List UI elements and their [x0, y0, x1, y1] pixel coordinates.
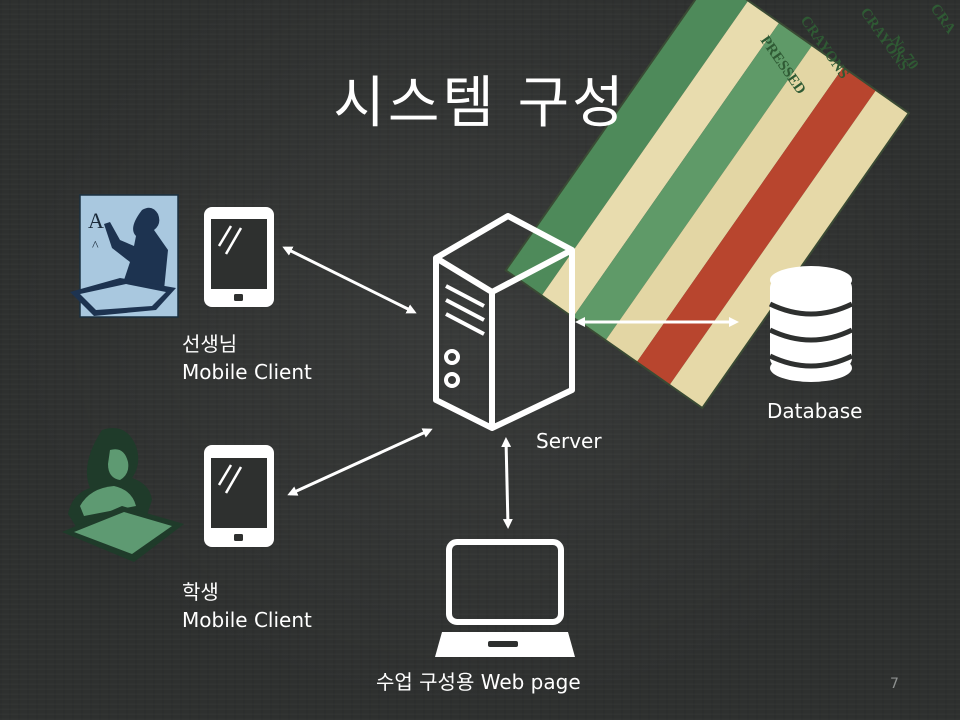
webpage-label: 수업 구성용 Web page	[376, 670, 581, 694]
teacher-client-label: 선생님 Mobile Client	[182, 330, 312, 386]
server-label: Server	[536, 429, 602, 453]
teacher-role-label: 선생님	[182, 332, 238, 356]
slide: PRESSED CRAYONS CRAYONS No.70 CRA 시스템 구성…	[0, 0, 960, 720]
student-server-arrow	[287, 428, 433, 496]
teacher-server-arrow	[282, 246, 417, 314]
connection-arrows	[282, 246, 739, 529]
student-client-label: 학생 Mobile Client	[182, 578, 312, 634]
database-label: Database	[767, 399, 863, 423]
student-type-label: Mobile Client	[182, 608, 312, 632]
page-number: 7	[890, 676, 899, 692]
student-role-label: 학생	[182, 580, 219, 604]
teacher-type-label: Mobile Client	[182, 360, 312, 384]
server-webpage-arrow	[501, 437, 513, 529]
